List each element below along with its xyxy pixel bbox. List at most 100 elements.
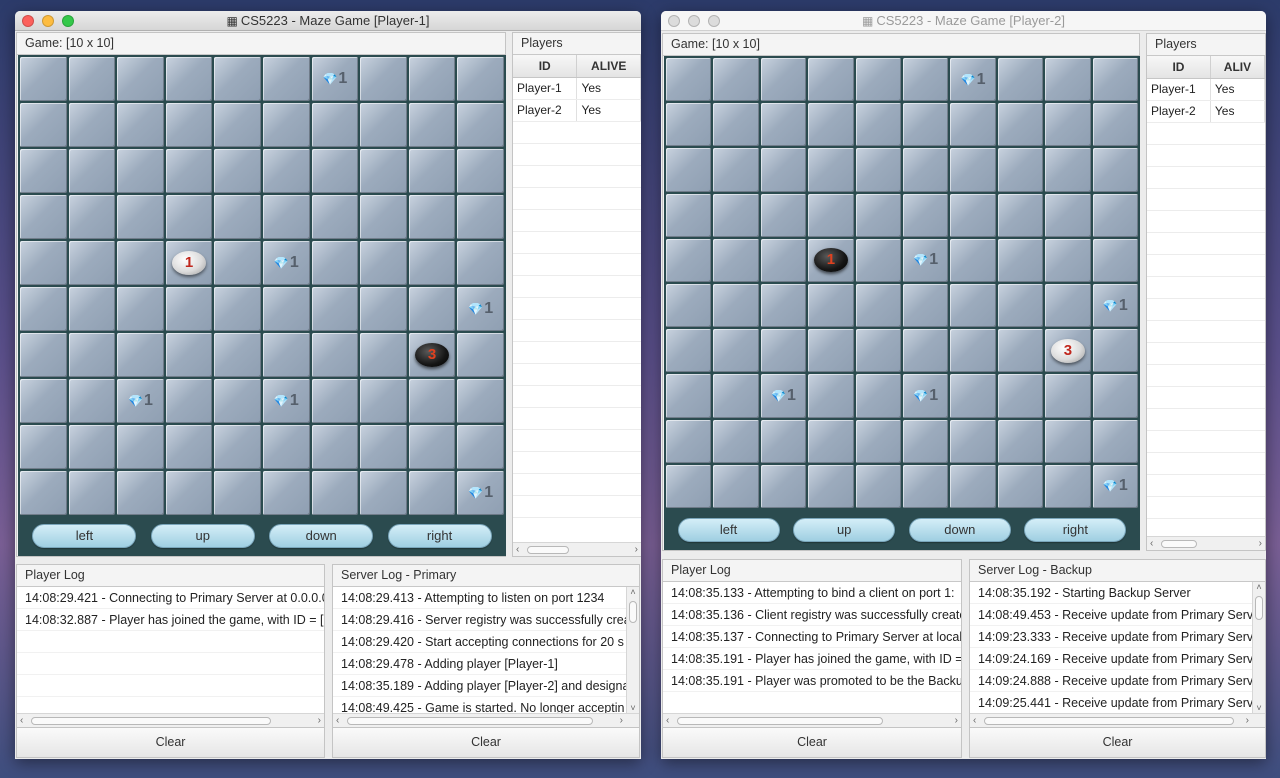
scroll-right-arrow-icon[interactable]: › [1246,714,1249,727]
maze-cell [117,57,164,101]
column-header-alive[interactable]: ALIV [1211,56,1265,78]
scroll-left-arrow-icon[interactable]: ‹ [973,714,976,727]
left-button[interactable]: left [32,524,137,548]
maze-cell [262,149,310,193]
maze-cell [760,238,807,282]
maze-cell [457,195,504,239]
diamond-icon: 💎 [1102,298,1118,313]
player-alive-cell: Yes [1211,79,1265,100]
maze-cell [713,284,759,328]
maze-cell [760,193,807,237]
title-bar[interactable]: ▦ CS5223 - Maze Game [Player-2] [661,11,1266,31]
down-button[interactable]: down [269,524,374,548]
scroll-down-arrow-icon[interactable]: ˅ [1253,703,1265,713]
maze-cell [311,333,359,377]
players-horizontal-scrollbar[interactable]: ‹ › [1147,536,1265,550]
scrollbar-thumb[interactable] [629,601,637,623]
maze-cell [262,471,310,515]
maze-cell [68,379,116,423]
empty-table-row [1147,277,1265,299]
empty-table-row [1147,431,1265,453]
scrollbar-thumb[interactable] [1161,540,1197,548]
treasure-count: 1 [289,392,299,409]
scroll-left-arrow-icon[interactable]: ‹ [1150,537,1153,550]
clear-server-log-button[interactable]: Clear [333,727,639,757]
column-header-id[interactable]: ID [1147,56,1211,78]
treasure: 💎1 [761,387,806,405]
scroll-up-arrow-icon[interactable]: ˄ [1253,582,1265,592]
server-log-vertical-scrollbar[interactable]: ˄ ˅ [1252,582,1265,713]
scroll-left-arrow-icon[interactable]: ‹ [20,714,23,727]
scrollbar-thumb[interactable] [527,546,569,554]
player-log-horizontal-scrollbar[interactable]: ‹ › [17,713,324,727]
column-header-alive[interactable]: ALIVE [577,55,641,77]
table-row[interactable]: Player-2 Yes [1147,101,1265,123]
server-log-vertical-scrollbar[interactable]: ˄ ˅ [626,587,639,713]
down-button[interactable]: down [908,518,1011,542]
maze-cell [903,329,949,373]
player-log-horizontal-scrollbar[interactable]: ‹ › [663,713,961,727]
right-button[interactable]: right [1024,518,1127,542]
maze-cell [997,374,1044,418]
scroll-right-arrow-icon[interactable]: › [635,543,638,556]
maze-cell [950,329,996,373]
left-button[interactable]: left [677,518,780,542]
scroll-up-arrow-icon[interactable]: ˄ [627,587,639,597]
maze-cell [760,329,807,373]
app-grid-icon: ▦ [862,14,874,28]
up-button[interactable]: up [150,524,255,548]
empty-table-row [1147,497,1265,519]
maze-cell [68,333,116,377]
empty-table-row [513,232,641,254]
scrollbar-thumb[interactable] [1255,596,1263,620]
clear-server-log-button[interactable]: Clear [970,727,1265,757]
scroll-left-arrow-icon[interactable]: ‹ [336,714,339,727]
scroll-right-arrow-icon[interactable]: › [955,714,958,727]
table-row[interactable]: Player-1 Yes [1147,79,1265,101]
treasure: 💎1 [903,387,948,405]
scrollbar-thumb[interactable] [984,717,1234,725]
scroll-down-arrow-icon[interactable]: ˅ [627,703,639,713]
scrollbar-thumb[interactable] [677,717,883,725]
maze-cell [808,103,854,147]
scroll-left-arrow-icon[interactable]: ‹ [516,543,519,556]
maze-cell [1045,148,1091,192]
treasure: 💎1 [1093,297,1138,315]
maze-cell: 💎1 [760,374,807,418]
table-row[interactable]: Player-1 Yes [513,78,641,100]
scroll-right-arrow-icon[interactable]: › [620,714,623,727]
title-bar[interactable]: ▦ CS5223 - Maze Game [Player-1] [15,11,641,31]
clear-player-log-button[interactable]: Clear [17,727,324,757]
maze-cell [20,57,67,101]
maze-cell [68,149,116,193]
maze-cell [713,374,759,418]
maze-cell [855,148,901,192]
maze-cell [117,241,164,285]
players-horizontal-scrollbar[interactable]: ‹ › [513,542,641,556]
log-line: 14:09:23.333 - Receive update from Prima… [970,626,1265,648]
column-header-id[interactable]: ID [513,55,578,77]
empty-table-row [513,254,641,276]
maze-cell [360,241,407,285]
scroll-right-arrow-icon[interactable]: › [318,714,321,727]
server-log-horizontal-scrollbar[interactable]: ‹ › [333,713,639,727]
scroll-left-arrow-icon[interactable]: ‹ [666,714,669,727]
log-line: 14:08:35.191 - Player has joined the gam… [663,648,961,670]
up-button[interactable]: up [793,518,896,542]
empty-table-row [1147,145,1265,167]
maze-board: 💎1 1 💎1 💎1 3 💎1 💎1 💎1 left up down right [664,56,1140,550]
server-log-horizontal-scrollbar[interactable]: ‹ › [970,713,1265,727]
scroll-right-arrow-icon[interactable]: › [1259,537,1262,550]
scrollbar-thumb[interactable] [347,717,593,725]
log-line: 14:08:35.133 - Attempting to bind a clie… [663,582,961,604]
maze-cell [855,284,901,328]
maze-cell [68,287,116,331]
right-button[interactable]: right [387,524,492,548]
empty-table-row [1147,321,1265,343]
empty-table-row [513,452,641,474]
scrollbar-thumb[interactable] [31,717,271,725]
clear-player-log-button[interactable]: Clear [663,727,961,757]
player-token-self: 3 [1050,338,1085,363]
table-row[interactable]: Player-2 Yes [513,100,641,122]
server-log-panel: Server Log - Primary 14:08:29.413 - Atte… [332,564,640,758]
